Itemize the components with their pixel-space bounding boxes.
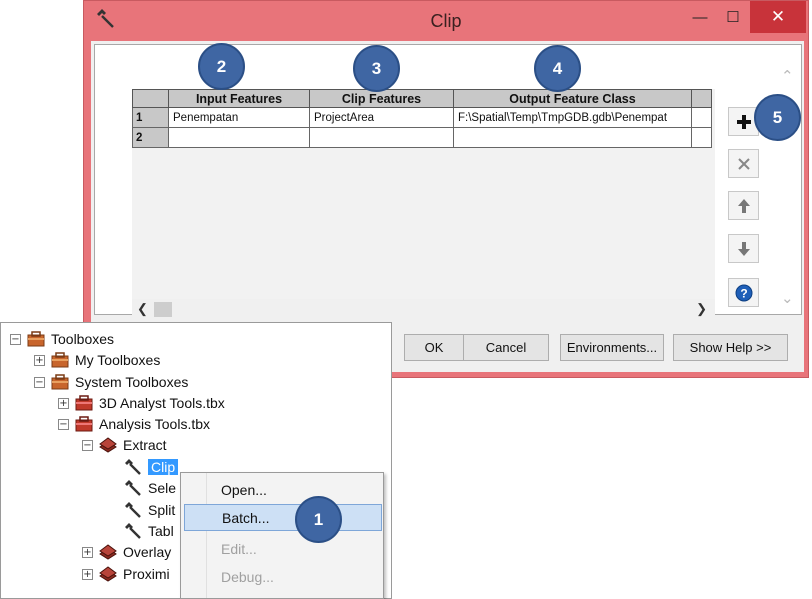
tree-label: My Toolboxes bbox=[75, 352, 161, 368]
batch-grid-area: Input Features Clip Features Output Feat… bbox=[132, 89, 715, 299]
tree-node-3d-analyst-tools[interactable]: + 3D Analyst Tools.tbx bbox=[58, 393, 225, 413]
batch-grid: Input Features Clip Features Output Feat… bbox=[132, 89, 712, 148]
scroll-up-icon[interactable]: ⌃ bbox=[781, 67, 794, 85]
row-number[interactable]: 1 bbox=[132, 107, 169, 128]
toolset-icon bbox=[99, 544, 117, 560]
tree-label: Sele bbox=[148, 480, 177, 496]
tree-node-table[interactable]: Tabl bbox=[124, 521, 174, 541]
tree-label: 3D Analyst Tools.tbx bbox=[99, 395, 225, 411]
svg-text:?: ? bbox=[740, 286, 747, 300]
tree-label: Toolboxes bbox=[51, 331, 115, 347]
arrow-up-icon bbox=[737, 198, 750, 213]
column-header-extra bbox=[691, 89, 712, 108]
move-up-button[interactable] bbox=[728, 191, 759, 220]
tree-label-selected: Clip bbox=[148, 459, 179, 475]
tree-node-extract[interactable]: − Extract bbox=[82, 435, 167, 455]
tree-node-select[interactable]: Sele bbox=[124, 478, 176, 498]
toolbox-folder-icon bbox=[51, 352, 69, 368]
grid-corner-header bbox=[132, 89, 169, 108]
scroll-down-icon[interactable]: ⌄ bbox=[781, 289, 794, 307]
help-button[interactable]: ? bbox=[728, 278, 759, 307]
output-feature-class-cell[interactable]: F:\Spatial\Temp\TmpGDB.gdb\Penempat bbox=[453, 107, 692, 128]
callout-5: 5 bbox=[754, 94, 801, 141]
show-help-button[interactable]: Show Help >> bbox=[673, 334, 788, 361]
help-icon: ? bbox=[735, 284, 752, 301]
toolset-icon bbox=[99, 566, 117, 582]
callout-1: 1 bbox=[295, 496, 342, 543]
table-row[interactable]: 2 bbox=[132, 127, 712, 148]
environments-button[interactable]: Environments... bbox=[560, 334, 664, 361]
collapse-icon[interactable]: − bbox=[82, 439, 93, 451]
column-header-input-features[interactable]: Input Features bbox=[168, 89, 310, 108]
toolbox-folder-icon bbox=[27, 331, 45, 347]
delete-row-button[interactable] bbox=[728, 149, 759, 178]
tree-node-split[interactable]: Split bbox=[124, 500, 175, 520]
scroll-thumb[interactable] bbox=[154, 302, 172, 317]
tree-node-proximity[interactable]: + Proximi bbox=[82, 564, 170, 584]
tree-label: Overlay bbox=[123, 544, 172, 560]
ok-button[interactable]: OK bbox=[404, 334, 464, 361]
title-bar[interactable]: Clip — ☐ ✕ bbox=[84, 1, 808, 41]
plus-icon bbox=[736, 114, 751, 129]
menu-item-open[interactable]: Open... bbox=[184, 476, 382, 503]
callout-3: 3 bbox=[353, 45, 400, 92]
row-number[interactable]: 2 bbox=[132, 127, 169, 148]
callout-2: 2 bbox=[198, 43, 245, 90]
expand-icon[interactable]: + bbox=[82, 546, 93, 558]
scroll-left-icon[interactable]: ❮ bbox=[137, 301, 148, 317]
move-down-button[interactable] bbox=[728, 234, 759, 263]
column-header-clip-features[interactable]: Clip Features bbox=[309, 89, 454, 108]
maximize-button[interactable]: ☐ bbox=[717, 1, 749, 33]
context-menu: Open... Batch... Edit... Debug... bbox=[180, 472, 384, 599]
hammer-icon bbox=[125, 523, 141, 539]
menu-item-edit: Edit... bbox=[221, 540, 257, 557]
arrow-down-icon bbox=[737, 241, 750, 256]
input-features-cell[interactable]: Penempatan bbox=[168, 107, 310, 128]
scroll-right-icon[interactable]: ❯ bbox=[696, 301, 707, 317]
extra-cell[interactable] bbox=[691, 127, 712, 148]
tree-node-toolboxes[interactable]: − Toolboxes bbox=[10, 329, 114, 349]
menu-item-batch[interactable]: Batch... bbox=[184, 504, 382, 531]
tree-node-my-toolboxes[interactable]: + My Toolboxes bbox=[34, 350, 160, 370]
grid-header-row: Input Features Clip Features Output Feat… bbox=[132, 89, 712, 108]
horizontal-scrollbar[interactable]: ❮ ❯ bbox=[132, 299, 715, 319]
batch-grid-frame: Input Features Clip Features Output Feat… bbox=[94, 44, 802, 319]
tree-label: Analysis Tools.tbx bbox=[99, 416, 211, 432]
tree-label: Proximi bbox=[123, 566, 170, 582]
tree-node-analysis-tools[interactable]: − Analysis Tools.tbx bbox=[58, 414, 210, 434]
hammer-icon bbox=[125, 502, 141, 518]
tree-node-overlay[interactable]: + Overlay bbox=[82, 542, 171, 562]
table-row[interactable]: 1 Penempatan ProjectArea F:\Spatial\Temp… bbox=[132, 107, 712, 128]
clip-features-cell[interactable] bbox=[309, 127, 454, 148]
extra-cell[interactable] bbox=[691, 107, 712, 128]
toolbox-folder-icon bbox=[51, 374, 69, 390]
output-feature-class-cell[interactable] bbox=[453, 127, 692, 148]
expand-icon[interactable]: + bbox=[34, 354, 45, 366]
menu-item-debug: Debug... bbox=[221, 568, 274, 585]
tree-label: Extract bbox=[123, 437, 167, 453]
hammer-icon bbox=[125, 480, 141, 496]
delete-icon bbox=[737, 157, 750, 170]
input-features-cell[interactable] bbox=[168, 127, 310, 148]
tree-node-system-toolboxes[interactable]: − System Toolboxes bbox=[34, 372, 188, 392]
collapse-icon[interactable]: − bbox=[10, 333, 21, 345]
clip-features-cell[interactable]: ProjectArea bbox=[309, 107, 454, 128]
expand-icon[interactable]: + bbox=[82, 568, 93, 580]
minimize-button[interactable]: — bbox=[684, 1, 716, 33]
toolbox-icon bbox=[75, 416, 93, 432]
tree-label: Split bbox=[148, 502, 176, 518]
collapse-icon[interactable]: − bbox=[34, 376, 45, 388]
toolbox-icon bbox=[75, 395, 93, 411]
collapse-icon[interactable]: − bbox=[58, 418, 69, 430]
close-button[interactable]: ✕ bbox=[750, 1, 806, 33]
tree-label: Tabl bbox=[148, 523, 174, 539]
toolset-icon bbox=[99, 437, 117, 453]
callout-4: 4 bbox=[534, 45, 581, 92]
tree-node-clip[interactable]: Clip bbox=[124, 457, 179, 477]
column-header-output-feature-class[interactable]: Output Feature Class bbox=[453, 89, 692, 108]
hammer-icon bbox=[125, 459, 141, 475]
cancel-button[interactable]: Cancel bbox=[463, 334, 549, 361]
tree-label: System Toolboxes bbox=[75, 374, 189, 390]
expand-icon[interactable]: + bbox=[58, 397, 69, 409]
